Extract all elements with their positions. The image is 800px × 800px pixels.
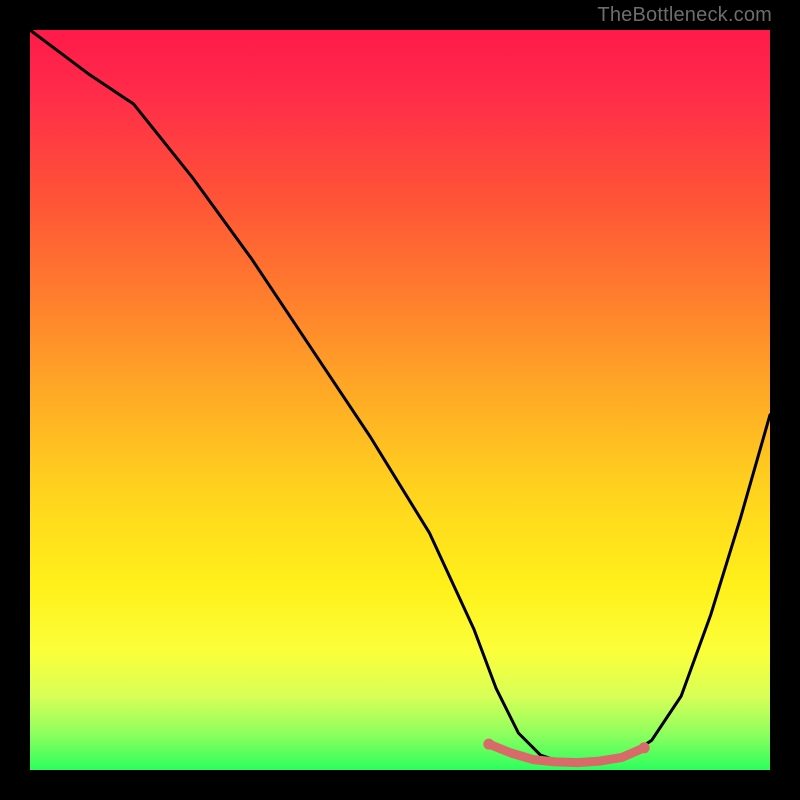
highlight-dot (483, 739, 494, 750)
highlight-segment (483, 739, 649, 763)
plot-area (30, 30, 770, 770)
curve-line (30, 30, 770, 763)
watermark-label: TheBottleneck.com (597, 4, 772, 27)
chart-frame: TheBottleneck.com (0, 0, 800, 800)
chart-svg (30, 30, 770, 770)
highlight-line (489, 744, 644, 763)
highlight-dot (639, 742, 650, 753)
